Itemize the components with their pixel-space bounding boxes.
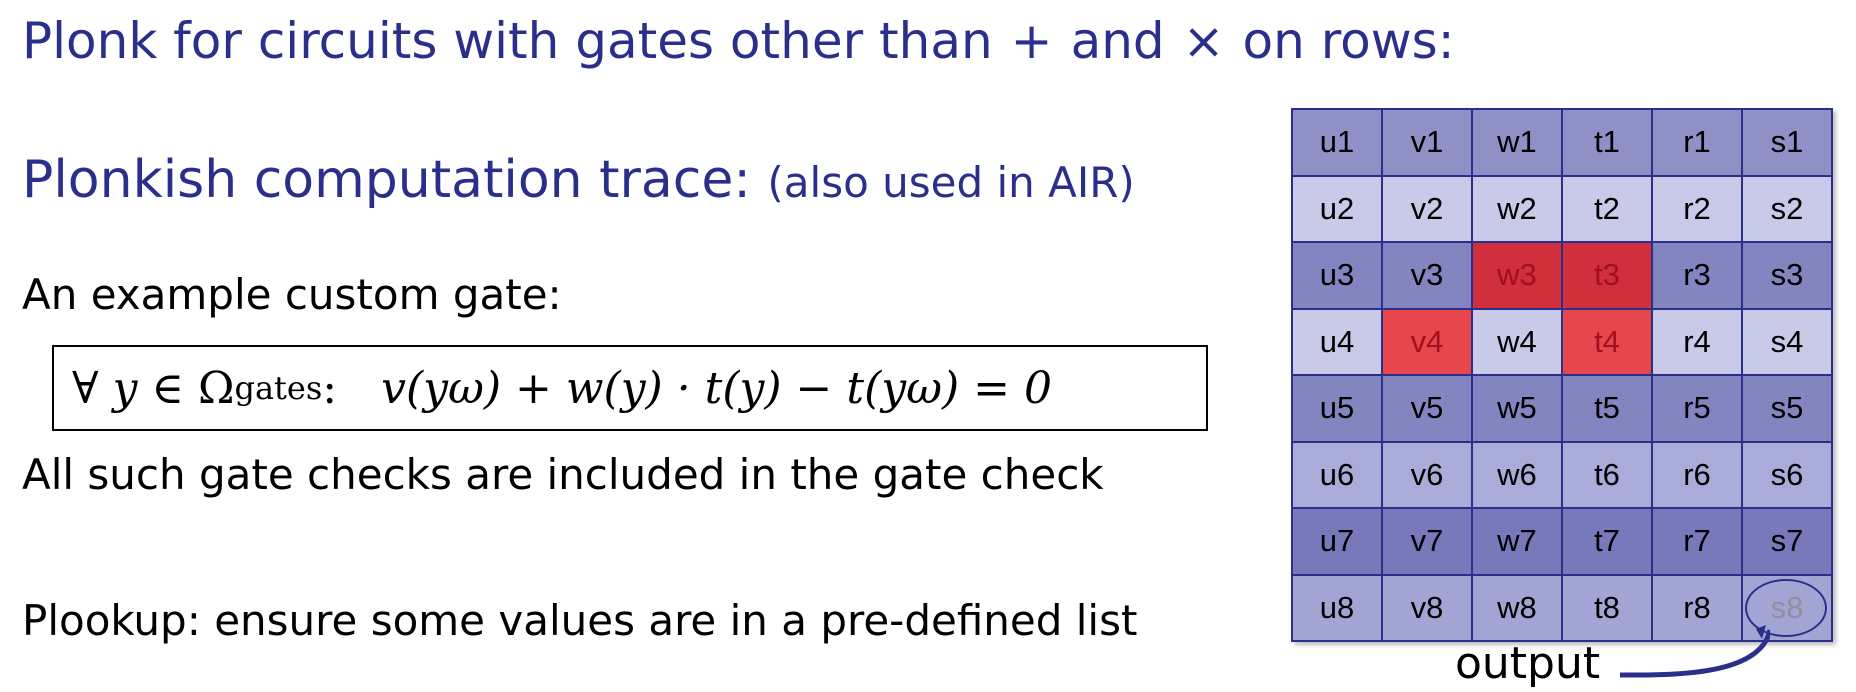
gate-check-text: All such gate checks are included in the… (22, 450, 1104, 499)
trace-cell-w7: w7 (1473, 509, 1561, 574)
computation-trace-table: u1 v1 w1 t1 r1 s1 u2 v2 w2 t2 r2 s2 u3 v3 w3 t3 r3 s3 u4 v4… (1291, 108, 1833, 642)
trace-cell-w2: w2 (1473, 176, 1561, 241)
trace-cell-r2: r2 (1653, 176, 1741, 241)
formula-expression: v(yω) + w(y) · t(y) − t(yω) = 0 (381, 362, 1052, 414)
trace-cell-t4: t4 (1563, 309, 1651, 374)
slide-title: Plonk for circuits with gates other than… (22, 12, 1455, 70)
element-of-symbol: ∈ (151, 362, 184, 414)
trace-cell-t1: t1 (1563, 110, 1651, 175)
trace-cell-u3: u3 (1293, 243, 1381, 308)
trace-cell-s3: s3 (1743, 243, 1831, 308)
trace-cell-u4: u4 (1293, 309, 1381, 374)
trace-cell-r3: r3 (1653, 243, 1741, 308)
trace-cell-r4: r4 (1653, 309, 1741, 374)
trace-cell-w1: w1 (1473, 110, 1561, 175)
trace-cell-r1: r1 (1653, 110, 1741, 175)
trace-cell-r5: r5 (1653, 376, 1741, 441)
slide-subtitle: Plonkish computation trace: (also used i… (22, 150, 1135, 210)
trace-cell-w3: w3 (1473, 243, 1561, 308)
trace-cell-v6: v6 (1383, 442, 1471, 507)
forall-symbol: ∀ (72, 362, 99, 414)
subtitle-note: (also used in AIR) (767, 158, 1135, 207)
trace-cell-s1: s1 (1743, 110, 1831, 175)
trace-cell-v4: v4 (1383, 309, 1471, 374)
trace-cell-v7: v7 (1383, 509, 1471, 574)
trace-cell-u7: u7 (1293, 509, 1381, 574)
trace-cell-w8: w8 (1473, 575, 1561, 640)
trace-cell-s5: s5 (1743, 376, 1831, 441)
trace-cell-r7: r7 (1653, 509, 1741, 574)
trace-cell-v2: v2 (1383, 176, 1471, 241)
trace-cell-s2: s2 (1743, 176, 1831, 241)
trace-cell-u6: u6 (1293, 442, 1381, 507)
trace-cell-u1: u1 (1293, 110, 1381, 175)
trace-cell-s6: s6 (1743, 442, 1831, 507)
title-tail: on rows: (1242, 12, 1455, 70)
formula-variable: y (112, 362, 138, 414)
subtitle-text: Plonkish computation trace: (22, 150, 751, 210)
trace-cell-v8: v8 (1383, 575, 1471, 640)
trace-cell-t7: t7 (1563, 509, 1651, 574)
output-label: output (1455, 638, 1601, 689)
trace-cell-u2: u2 (1293, 176, 1381, 241)
trace-cell-u5: u5 (1293, 376, 1381, 441)
title-and: and (1070, 12, 1165, 70)
trace-cell-v1: v1 (1383, 110, 1471, 175)
times-symbol: × (1182, 12, 1225, 70)
trace-cell-t6: t6 (1563, 442, 1651, 507)
omega-symbol: Ω (198, 362, 235, 414)
formula-colon: : (322, 362, 338, 414)
plus-symbol: + (1010, 12, 1053, 70)
trace-cell-u8: u8 (1293, 575, 1381, 640)
curved-arrow-icon (1619, 625, 1770, 678)
plookup-text: Plookup: ensure some values are in a pre… (22, 596, 1138, 645)
trace-cell-w5: w5 (1473, 376, 1561, 441)
trace-cell-v5: v5 (1383, 376, 1471, 441)
trace-cell-s7: s7 (1743, 509, 1831, 574)
trace-cell-r6: r6 (1653, 442, 1741, 507)
example-gate-label: An example custom gate: (22, 270, 562, 319)
trace-cell-w4: w4 (1473, 309, 1561, 374)
gate-formula-box: ∀ y ∈ Ωgates: v(yω) + w(y) · t(y) − t(yω)… (52, 345, 1208, 431)
trace-cell-w6: w6 (1473, 442, 1561, 507)
trace-cell-t3: t3 (1563, 243, 1651, 308)
trace-cell-v3: v3 (1383, 243, 1471, 308)
omega-subscript: gates (234, 369, 323, 407)
title-text: Plonk for circuits with gates other than (22, 12, 993, 70)
trace-cell-t5: t5 (1563, 376, 1651, 441)
trace-cell-s4: s4 (1743, 309, 1831, 374)
trace-cell-t2: t2 (1563, 176, 1651, 241)
